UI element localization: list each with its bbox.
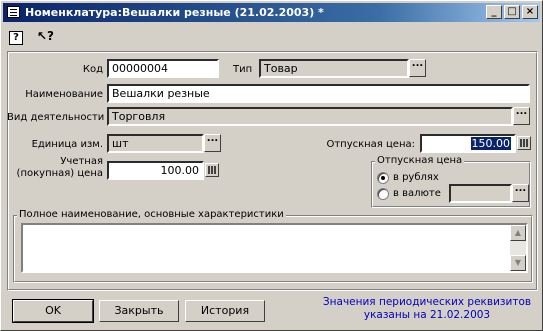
radio-rubles-label[interactable]: в рублях <box>393 172 439 183</box>
account-price-calculator-icon[interactable] <box>205 163 219 177</box>
sale-price-group-title: Отпускная цена <box>375 155 465 166</box>
activity-select-button[interactable]: ... <box>513 107 530 125</box>
sale-price-field[interactable]: 150.00 <box>420 134 516 153</box>
currency-select-button[interactable]: ... <box>512 184 529 202</box>
sale-price-calculator-icon[interactable] <box>517 136 531 150</box>
ok-button[interactable]: OK <box>12 299 94 323</box>
sale-price-value: 150.00 <box>470 137 511 150</box>
title-bar[interactable]: Номенклатура:Вешалки резные (21.02.2003)… <box>3 3 540 22</box>
form-icon <box>7 6 20 18</box>
full-name-textarea[interactable]: ▲ ▼ <box>21 223 528 273</box>
help-icon[interactable]: ? <box>9 31 23 45</box>
full-name-group-title: Полное наименование, основные характерис… <box>17 209 286 220</box>
history-button[interactable]: История <box>185 300 265 322</box>
unit-field[interactable]: шт <box>107 134 204 153</box>
whats-this-icon[interactable]: ↖? <box>37 29 54 45</box>
activity-label: Вид деятельности <box>7 112 105 123</box>
window-title: Номенклатура:Вешалки резные (21.02.2003)… <box>25 6 324 19</box>
type-label: Тип <box>233 64 253 75</box>
sale-price-label: Отпускная цена: <box>326 139 415 150</box>
type-field[interactable]: Товар <box>259 59 409 78</box>
radio-currency[interactable] <box>377 188 389 200</box>
name-field[interactable]: Вешалки резные <box>107 84 530 103</box>
periodic-attributes-note: Значения периодических реквизитов указан… <box>322 296 532 321</box>
scroll-up-icon[interactable]: ▲ <box>510 225 526 241</box>
account-price-field[interactable]: 100.00 <box>107 161 204 180</box>
currency-field[interactable] <box>449 184 512 203</box>
radio-rubles[interactable] <box>377 172 389 184</box>
activity-field[interactable]: Торговля <box>107 107 513 126</box>
minimize-button[interactable]: _ <box>486 5 502 19</box>
radio-currency-label[interactable]: в валюте <box>393 188 441 199</box>
vertical-scrollbar[interactable]: ▲ ▼ <box>510 225 526 271</box>
type-select-button[interactable]: ... <box>409 59 426 77</box>
close-button[interactable]: Закрыть <box>99 300 179 322</box>
unit-label: Единица изм. <box>31 139 103 150</box>
account-price-label-line1: Учетная <box>60 156 103 167</box>
scroll-down-icon[interactable]: ▼ <box>510 255 526 271</box>
account-price-label-line2: (покупная) цена <box>16 168 103 179</box>
maximize-button[interactable]: □ <box>504 5 520 19</box>
document-window: Номенклатура:Вешалки резные (21.02.2003)… <box>0 0 543 331</box>
name-label: Наименование <box>25 89 103 100</box>
unit-select-button[interactable]: ... <box>204 134 221 152</box>
code-field[interactable]: 00000004 <box>107 59 219 78</box>
close-window-button[interactable]: × <box>522 5 538 19</box>
code-label: Код <box>82 64 103 75</box>
